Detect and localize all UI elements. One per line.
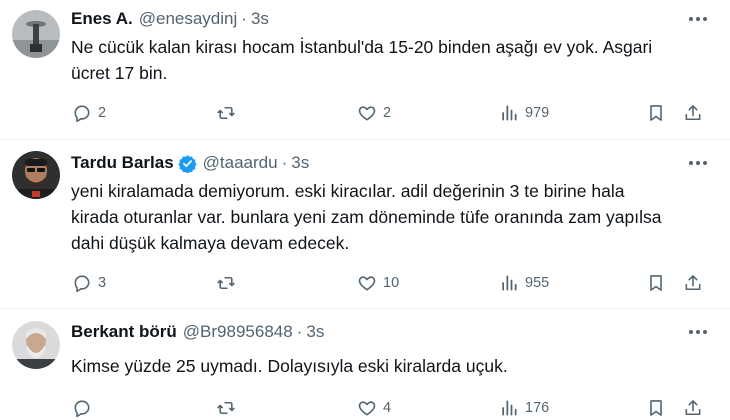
reply-bubble-icon bbox=[74, 105, 90, 123]
separator: · bbox=[241, 9, 247, 28]
views-chart-icon bbox=[502, 105, 517, 121]
share-button[interactable] bbox=[683, 101, 703, 125]
heart-icon bbox=[358, 106, 376, 121]
separator: · bbox=[296, 322, 303, 341]
tweet-text-line: Kimse yüzde 25 uymadı. Dolayısıyla eski … bbox=[71, 356, 508, 376]
timestamp[interactable]: 3s bbox=[251, 9, 269, 29]
display-name[interactable]: Tardu Barlas bbox=[71, 153, 174, 173]
tweet-actions: 2 2 979 bbox=[0, 101, 730, 125]
tweet-text: Kimse yüzde 25 uymadı. Dolayısıyla eski … bbox=[71, 353, 711, 379]
views-chart-icon bbox=[502, 275, 517, 291]
tweet-berkant[interactable]: Berkant börü @Br98956848 · 3s Kimse yüzd… bbox=[0, 309, 730, 420]
view-count: 979 bbox=[525, 105, 550, 121]
retweet-icon bbox=[217, 276, 235, 290]
bookmark-button[interactable] bbox=[646, 396, 666, 420]
more-dots-icon[interactable] bbox=[686, 322, 710, 342]
views-button[interactable]: 979 bbox=[499, 101, 549, 125]
tweet-text-line: dahi düşük kalmaya devam edecek. bbox=[71, 233, 350, 253]
more-dots-icon[interactable] bbox=[686, 9, 710, 29]
views-button[interactable]: 955 bbox=[499, 271, 549, 295]
share-icon bbox=[685, 105, 701, 121]
tweet-text-line: ücret 17 bin. bbox=[71, 63, 168, 83]
views-button[interactable]: 176 bbox=[499, 396, 549, 420]
display-name[interactable]: Berkant börü bbox=[71, 322, 177, 342]
user-handle[interactable]: @taaardu bbox=[203, 153, 278, 173]
more-dots-icon[interactable] bbox=[686, 153, 710, 173]
share-button[interactable] bbox=[683, 271, 703, 295]
views-chart-icon bbox=[502, 400, 517, 416]
tweet-text: Ne cücük kalan kirası hocam İstanbul'da … bbox=[71, 34, 711, 86]
avatar[interactable] bbox=[12, 321, 60, 369]
heart-icon bbox=[358, 276, 376, 291]
like-button[interactable]: 2 bbox=[357, 101, 391, 125]
reply-button[interactable]: 2 bbox=[72, 101, 106, 125]
reply-bubble-icon bbox=[74, 275, 90, 293]
timestamp[interactable]: 3s bbox=[306, 322, 324, 342]
avatar[interactable] bbox=[12, 10, 60, 58]
tweet-header: Tardu Barlas @taaardu · 3s bbox=[71, 152, 309, 174]
like-button[interactable]: 10 bbox=[357, 271, 399, 295]
timestamp[interactable]: 3s bbox=[291, 153, 309, 173]
heart-icon bbox=[358, 401, 376, 416]
user-handle[interactable]: @Br98956848 bbox=[183, 322, 293, 342]
bookmark-icon bbox=[650, 275, 662, 291]
like-count: 10 bbox=[383, 275, 400, 291]
tweet-enes[interactable]: Enes A. @enesaydinj · 3s Ne cücük kalan … bbox=[0, 0, 730, 140]
retweet-icon bbox=[217, 401, 235, 415]
view-count: 176 bbox=[525, 400, 550, 416]
like-button[interactable]: 4 bbox=[357, 396, 391, 420]
view-count: 955 bbox=[525, 275, 550, 291]
bookmark-icon bbox=[650, 400, 662, 416]
retweet-button[interactable] bbox=[216, 101, 242, 125]
tweet-header: Berkant börü @Br98956848 · 3s bbox=[71, 321, 324, 343]
separator: · bbox=[281, 153, 288, 172]
bookmark-icon bbox=[650, 105, 662, 121]
tweet-text: yeni kiralamada demiyorum. eski kiracıla… bbox=[71, 178, 711, 256]
tweet-text-line: kirada oturanlar var. bunlara yeni zam d… bbox=[71, 207, 662, 227]
tweet-text-line: yeni kiralamada demiyorum. eski kiracıla… bbox=[71, 181, 625, 201]
bookmark-button[interactable] bbox=[646, 101, 666, 125]
share-icon bbox=[685, 400, 701, 416]
like-count: 2 bbox=[383, 105, 392, 121]
reply-bubble-icon bbox=[74, 400, 90, 418]
tweet-actions: 3 10 955 bbox=[0, 271, 730, 295]
reply-button[interactable] bbox=[72, 396, 98, 420]
reply-count: 3 bbox=[98, 275, 107, 291]
display-name[interactable]: Enes A. bbox=[71, 9, 133, 29]
retweet-button[interactable] bbox=[216, 396, 242, 420]
tweet-tardu[interactable]: Tardu Barlas @taaardu · 3s yeni kiralama… bbox=[0, 140, 730, 309]
tweet-actions: 4 176 bbox=[0, 396, 730, 420]
like-count: 4 bbox=[383, 400, 392, 416]
avatar[interactable] bbox=[12, 151, 60, 199]
retweet-button[interactable] bbox=[216, 271, 242, 295]
tweet-header: Enes A. @enesaydinj · 3s bbox=[71, 8, 269, 30]
verified-badge-icon bbox=[177, 154, 197, 173]
retweet-icon bbox=[217, 106, 235, 120]
reply-count: 2 bbox=[98, 105, 107, 121]
reply-button[interactable]: 3 bbox=[72, 271, 106, 295]
tweet-text-line: Ne cücük kalan kirası hocam İstanbul'da … bbox=[71, 37, 653, 57]
share-button[interactable] bbox=[683, 396, 703, 420]
user-handle[interactable]: @enesaydinj bbox=[139, 9, 238, 29]
bookmark-button[interactable] bbox=[646, 271, 666, 295]
share-icon bbox=[685, 275, 701, 291]
